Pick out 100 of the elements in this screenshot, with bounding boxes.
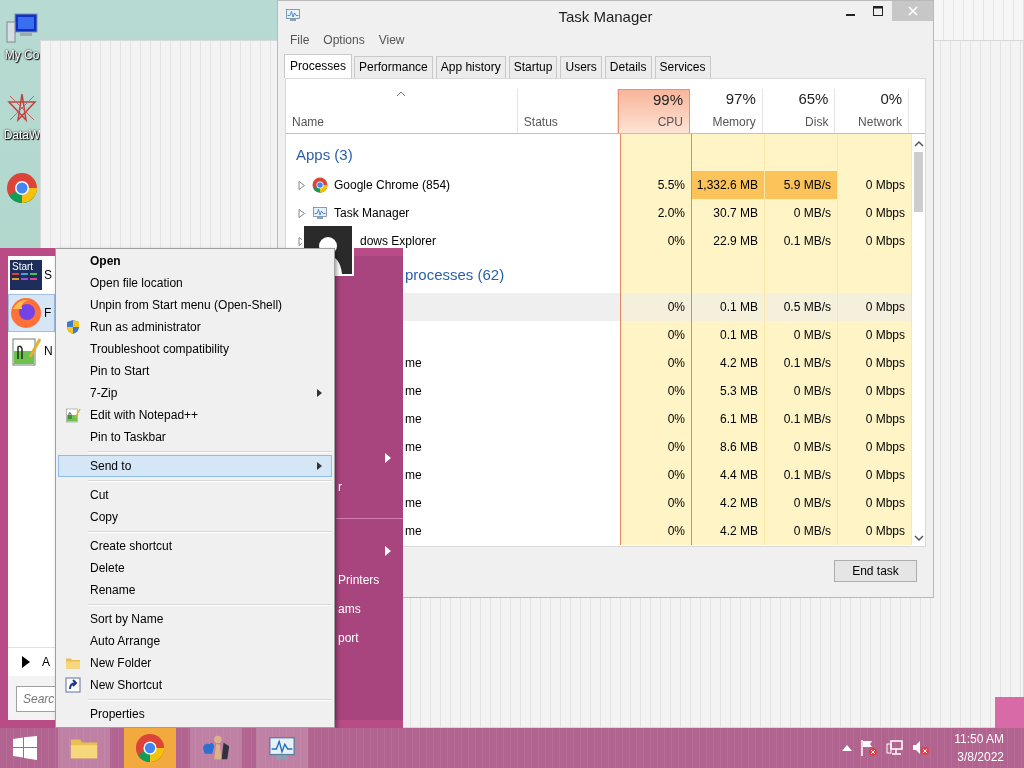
tab[interactable]: Details	[604, 56, 652, 78]
menu-item[interactable]: Copy	[58, 506, 332, 528]
table-cell: 0.1 MB	[692, 293, 765, 321]
usage-percent: 0%	[880, 90, 903, 107]
menu-item[interactable]: Properties	[58, 703, 332, 725]
table-cell: 5.3 MB	[692, 377, 765, 405]
process-name: me	[405, 524, 422, 538]
item-label: S	[44, 268, 52, 282]
table-cell: 0 MB/s	[765, 489, 838, 517]
table-cell: 0.5 MB/s	[765, 293, 838, 321]
tab[interactable]: Services	[654, 56, 711, 78]
monitor-chart-icon	[285, 6, 301, 23]
menu-item[interactable]: New Folder	[58, 652, 332, 674]
taskbar-button[interactable]	[256, 728, 308, 768]
process-name: me	[405, 468, 422, 482]
column-header[interactable]: 65% Disk	[762, 89, 836, 133]
computer-icon	[6, 12, 38, 44]
start-menu-item[interactable]: Start S	[8, 256, 55, 294]
menu-item[interactable]: Pin to Taskbar	[58, 426, 332, 448]
menu-item[interactable]: Rename	[58, 579, 332, 601]
menu-item[interactable]: New Shortcut	[58, 674, 332, 696]
process-row[interactable]: Task Manager 2.0% 30.7 MB 0 MB/s 0 Mbps	[286, 199, 912, 227]
table-cell: 2.0%	[620, 199, 692, 227]
menu-item[interactable]: File	[290, 33, 310, 53]
usage-percent: 65%	[798, 90, 829, 107]
column-header[interactable]: Name	[292, 115, 511, 129]
table-cell: 0 Mbps	[838, 293, 912, 321]
table-cell: 0%	[620, 517, 692, 545]
tab[interactable]: Startup	[508, 56, 558, 78]
tab[interactable]: Processes	[284, 54, 353, 78]
tab[interactable]: App history	[435, 56, 506, 78]
table-cell: 4.2 MB	[692, 489, 765, 517]
speaker-muted-icon[interactable]	[912, 739, 931, 757]
notepad-icon	[65, 407, 81, 423]
scroll-up-icon[interactable]	[913, 140, 924, 148]
menu-item[interactable]: Troubleshoot compatibility	[58, 338, 332, 360]
process-name: me	[405, 384, 422, 398]
table-cell: 0%	[620, 461, 692, 489]
clock-date[interactable]: 3/8/2022	[957, 748, 1004, 766]
menu-item[interactable]: Sort by Name	[58, 608, 332, 630]
tab[interactable]: Performance	[354, 56, 433, 78]
column-header[interactable]: 97% Memory	[690, 89, 763, 133]
table-cell: 6.1 MB	[692, 405, 765, 433]
submenu-arrow-icon[interactable]	[385, 452, 391, 463]
menu-item[interactable]: Create shortcut	[58, 535, 332, 557]
table-cell: 0 Mbps	[838, 227, 912, 255]
menu-item[interactable]: View	[378, 33, 405, 53]
tab[interactable]: Users	[560, 56, 602, 78]
table-cell: 0 MB/s	[765, 517, 838, 545]
table-cell	[620, 134, 692, 171]
menu-item[interactable]: Options	[323, 33, 365, 53]
menu-item[interactable]: Cut	[58, 484, 332, 506]
scroll-down-icon[interactable]	[913, 534, 924, 542]
table-cell: 0.1 MB/s	[765, 461, 838, 489]
process-name: dows Explorer	[360, 234, 437, 248]
table-cell: 0 Mbps	[838, 489, 912, 517]
start-menu-item[interactable]: N	[8, 332, 55, 370]
browser-icon	[6, 172, 38, 204]
column-label: Network	[858, 115, 903, 129]
column-label: Memory	[712, 115, 756, 129]
menu-item[interactable]: Send to	[58, 455, 332, 477]
table-cell: 0%	[620, 321, 692, 349]
table-cell: 0 Mbps	[838, 349, 912, 377]
column-header[interactable]: Status	[523, 115, 612, 129]
flag-icon[interactable]	[860, 739, 879, 757]
table-cell: 4.4 MB	[692, 461, 765, 489]
menu-item[interactable]: Auto Arrange	[58, 630, 332, 652]
menu-item[interactable]: Pin to Start	[58, 360, 332, 382]
clock-time[interactable]: 11:50 AM	[954, 730, 1004, 748]
table-cell: 22.9 MB	[692, 227, 765, 255]
submenu-arrow-icon[interactable]	[385, 545, 391, 556]
column-header[interactable]: 99% CPU	[618, 89, 691, 133]
start-menu-link[interactable]: port	[338, 630, 359, 645]
table-cell: 1,332.6 MB	[692, 171, 765, 199]
taskbar-button[interactable]	[124, 728, 176, 768]
item-label: N	[44, 344, 53, 358]
start-menu-item[interactable]: F	[8, 294, 55, 332]
menu-item[interactable]: 7-Zip	[58, 382, 332, 404]
start-menu-link[interactable]: Printers	[338, 572, 380, 587]
star-icon	[6, 92, 38, 124]
start-menu-link[interactable]: ams	[338, 601, 361, 616]
scrollbar-thumb[interactable]	[914, 152, 923, 212]
close-icon	[907, 6, 918, 16]
table-cell: 0 Mbps	[838, 377, 912, 405]
menu-item[interactable]: Open file location	[58, 272, 332, 294]
expand-arrow-icon	[22, 656, 30, 668]
process-name: me	[405, 356, 422, 370]
monitor-chart-icon	[312, 205, 328, 221]
table-cell: 0%	[620, 293, 692, 321]
table-cell: 0 MB/s	[765, 433, 838, 461]
menu-item[interactable]: Edit with Notepad++	[58, 404, 332, 426]
taskbar-button[interactable]	[190, 728, 242, 768]
end-task-button[interactable]: End task	[834, 560, 917, 582]
table-cell: 0%	[620, 433, 692, 461]
network-icon[interactable]	[886, 739, 905, 757]
menu-item[interactable]: Delete	[58, 557, 332, 579]
process-row[interactable]: Google Chrome (854) 5.5% 1,332.6 MB 5.9 MB/s 0 Mbps	[286, 171, 912, 199]
column-header[interactable]: 0% Network	[835, 89, 910, 133]
caret-icon[interactable]	[842, 745, 853, 751]
browser-icon	[312, 177, 328, 193]
